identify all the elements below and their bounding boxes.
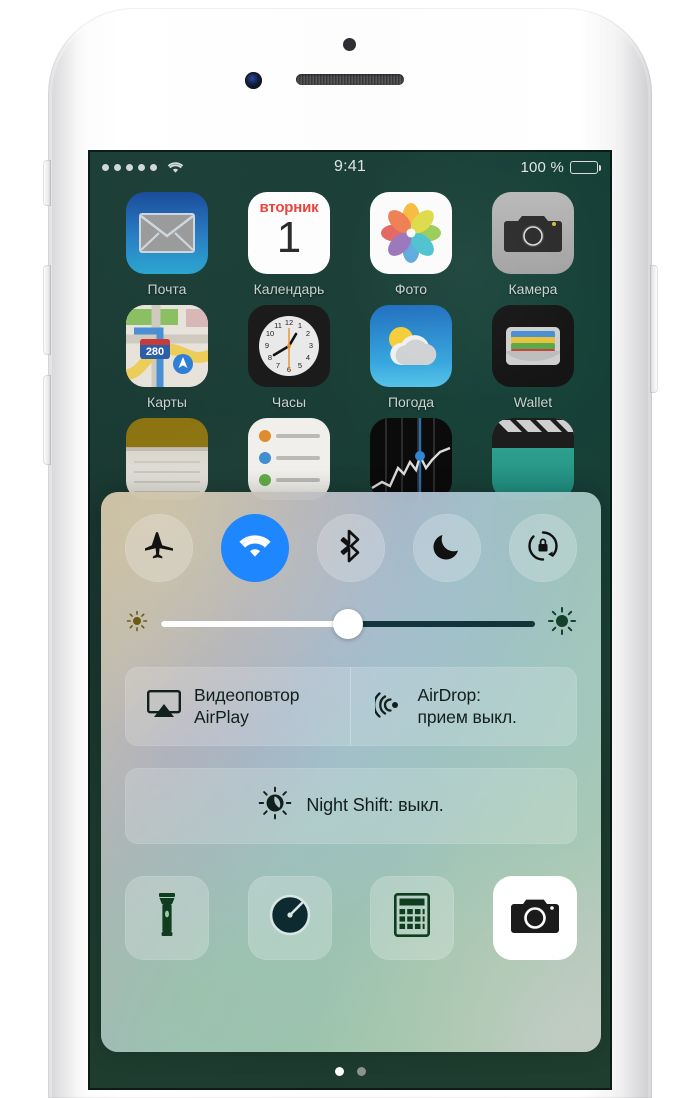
page-indicator <box>88 1067 612 1076</box>
svg-text:4: 4 <box>306 353 310 362</box>
app-icon-weather[interactable]: Погода <box>350 305 472 410</box>
clock-icon: 1212 345 678 91011 <box>248 305 330 387</box>
flashlight-button[interactable] <box>125 875 209 960</box>
camera-icon <box>492 192 574 274</box>
brightness-slider-knob[interactable] <box>333 608 363 639</box>
airplay-label: Видеоповтор AirPlay <box>194 684 300 729</box>
app-icon-photos[interactable]: Фото <box>350 192 472 297</box>
airplay-mirroring-button[interactable]: Видеоповтор AirPlay <box>125 667 350 746</box>
moon-icon <box>432 531 462 566</box>
svg-text:5: 5 <box>298 361 302 370</box>
volume-up-button[interactable] <box>43 265 51 355</box>
phone-screen: 9:41 100 % Почта вторник 1 Календарь Фот… <box>88 150 612 1090</box>
power-button[interactable] <box>650 265 658 393</box>
timer-button[interactable] <box>247 875 332 960</box>
app-icon-mail[interactable]: Почта <box>106 192 228 297</box>
night-shift-label: Night Shift: выкл. <box>306 795 444 816</box>
earpiece-speaker <box>296 74 404 85</box>
app-label: Карты <box>147 394 187 410</box>
svg-text:1: 1 <box>298 321 302 330</box>
battery-icon <box>570 160 601 174</box>
svg-text:3: 3 <box>309 341 313 350</box>
mute-switch[interactable] <box>43 160 51 206</box>
page-dot[interactable] <box>356 1067 366 1076</box>
app-label: Часы <box>271 394 307 410</box>
app-label: Почта <box>147 281 187 297</box>
wallet-icon <box>492 305 574 387</box>
airdrop-icon <box>372 688 405 725</box>
videos-icon <box>492 418 574 500</box>
control-center-toggle-row <box>125 514 577 582</box>
app-icon-camera[interactable]: Камера <box>472 192 594 297</box>
stocks-icon <box>370 418 452 500</box>
night-shift-icon <box>258 786 292 825</box>
app-label: Камера <box>508 281 558 297</box>
page-dot-active[interactable] <box>334 1067 344 1076</box>
volume-down-button[interactable] <box>43 375 51 465</box>
airplay-label-line2: AirPlay <box>194 707 249 728</box>
wifi-icon <box>238 533 272 564</box>
status-bar-clock: 9:41 <box>334 158 366 175</box>
flashlight-icon <box>154 892 180 943</box>
status-bar: 9:41 100 % <box>88 150 612 184</box>
svg-text:9: 9 <box>265 341 269 350</box>
timer-icon <box>269 894 311 941</box>
svg-text:7: 7 <box>276 361 280 370</box>
svg-text:11: 11 <box>274 321 282 330</box>
airdrop-label-line1: AirDrop: <box>417 685 481 705</box>
weather-icon <box>370 305 452 387</box>
svg-text:12: 12 <box>285 318 293 327</box>
proximity-sensor <box>343 38 356 51</box>
photos-icon <box>370 192 452 274</box>
app-label: Wallet <box>513 394 553 410</box>
reminders-icon <box>248 418 330 500</box>
svg-text:8: 8 <box>268 353 272 362</box>
sun-small-icon <box>125 609 149 638</box>
app-label: Фото <box>394 281 428 297</box>
airplane-mode-toggle[interactable] <box>125 514 193 582</box>
do-not-disturb-toggle[interactable] <box>413 514 481 582</box>
calculator-icon <box>394 893 431 942</box>
camera-icon <box>510 896 559 939</box>
airplay-icon <box>147 689 182 723</box>
camera-button[interactable] <box>492 875 577 960</box>
calendar-icon: вторник 1 <box>248 192 330 274</box>
calculator-button[interactable] <box>370 875 455 960</box>
brightness-slider-fill <box>161 620 348 627</box>
app-icon-calendar[interactable]: вторник 1 Календарь <box>228 192 350 297</box>
airdrop-button[interactable]: AirDrop: прием выкл. <box>349 667 578 746</box>
airdrop-label: AirDrop: прием выкл. <box>418 684 517 729</box>
wifi-toggle[interactable] <box>221 514 289 582</box>
svg-text:280: 280 <box>146 346 164 358</box>
bluetooth-icon <box>340 529 362 568</box>
notes-icon <box>126 418 208 500</box>
app-icon-wallet[interactable]: Wallet <box>472 305 594 410</box>
bluetooth-toggle[interactable] <box>317 514 385 582</box>
svg-text:2: 2 <box>306 329 310 338</box>
home-screen-app-grid: Почта вторник 1 Календарь Фото Камера 28… <box>88 192 612 507</box>
app-icon-maps[interactable]: 280 Карты <box>106 305 228 410</box>
night-shift-button[interactable]: Night Shift: выкл. <box>125 767 577 844</box>
brightness-slider-row <box>125 606 577 641</box>
svg-text:10: 10 <box>266 329 274 338</box>
maps-icon: 280 <box>126 305 208 387</box>
airplay-label-line1: Видеоповтор <box>194 685 300 705</box>
rotation-lock-icon <box>526 529 560 568</box>
front-camera <box>245 72 262 89</box>
sun-large-icon <box>547 606 577 641</box>
control-center-panel: Видеоповтор AirPlay AirDrop: прием выкл.… <box>101 492 601 1052</box>
airplane-icon <box>143 530 175 567</box>
calendar-day-number: 1 <box>276 213 302 262</box>
mail-icon <box>126 192 208 274</box>
rotation-lock-toggle[interactable] <box>509 514 577 582</box>
brightness-slider[interactable] <box>161 608 535 639</box>
app-icon-clock[interactable]: 1212 345 678 91011 Часы <box>228 305 350 410</box>
airplay-airdrop-card: Видеоповтор AirPlay AirDrop: прием выкл. <box>125 667 577 746</box>
airdrop-label-line2: прием выкл. <box>417 707 517 728</box>
control-center-shortcut-row <box>125 875 577 960</box>
app-label: Погода <box>387 394 435 410</box>
app-label: Календарь <box>253 281 325 297</box>
